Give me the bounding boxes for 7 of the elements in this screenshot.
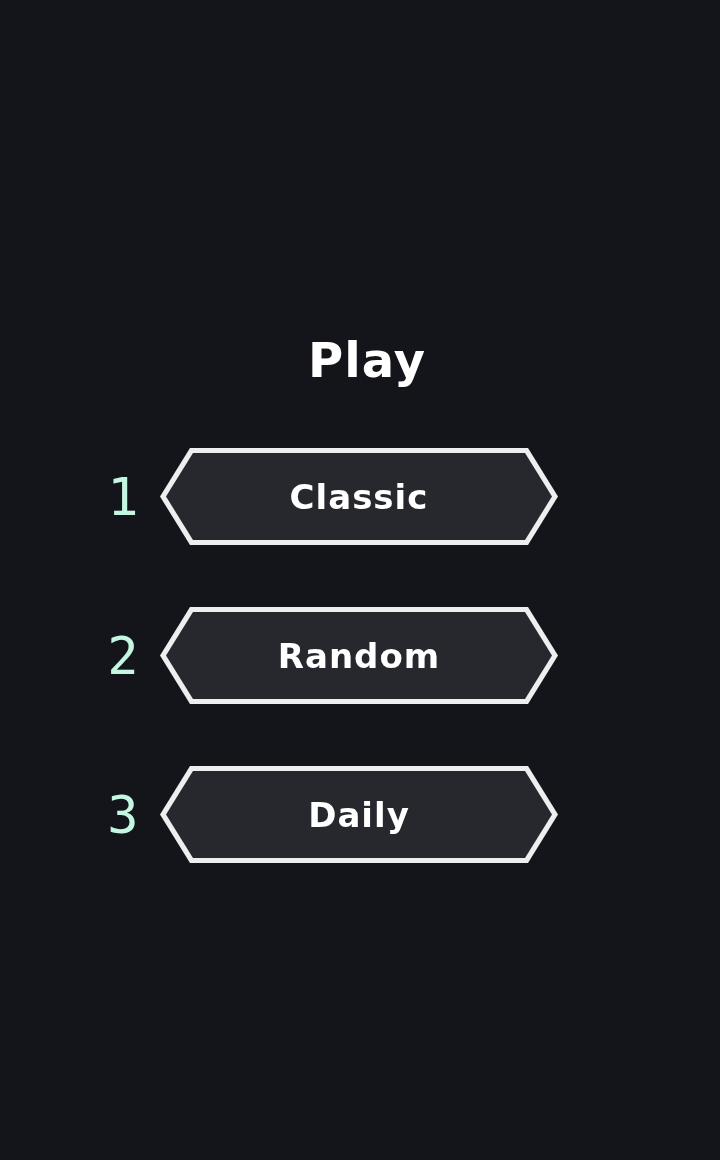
mode-button[interactable]: Classic [160,448,558,545]
screen-title: Play [308,331,426,390]
shortcut-number: 1 [106,466,140,527]
mode-button[interactable]: Daily [160,766,558,863]
shortcut-number: 3 [106,784,140,845]
shortcut-number: 2 [106,625,140,686]
mode-button[interactable]: Random [160,607,558,704]
